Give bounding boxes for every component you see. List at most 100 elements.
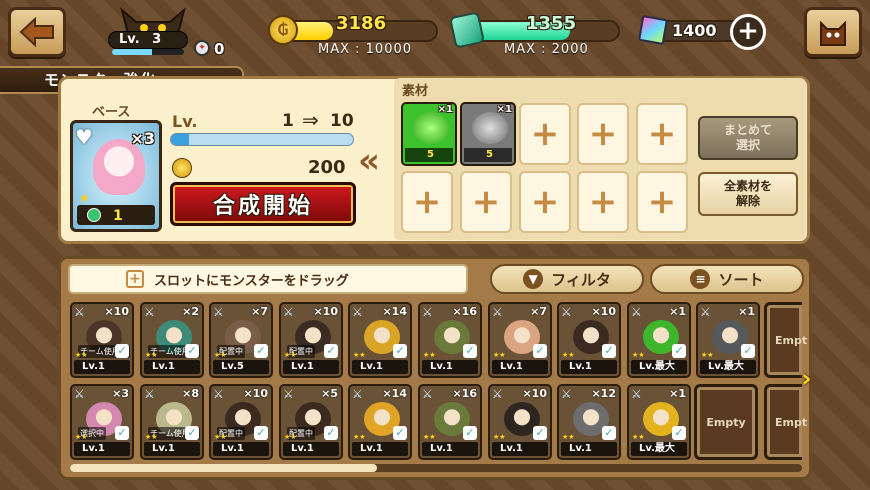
check-icon: ✓ [324, 344, 338, 358]
sword-icon: ⚔ [492, 305, 503, 319]
scroll-right-arrow-icon[interactable]: › [801, 364, 812, 394]
monster-count: ×2 [182, 305, 199, 318]
monster-card[interactable]: ⚔ ×10 チーム使用中 ★★ ✓ Lv.1 [70, 302, 134, 378]
monster-card[interactable]: ⚔ ×7 配置中 ★★ ✓ Lv.5 [209, 302, 273, 378]
plus-icon: + [588, 182, 618, 222]
filter-icon: ▼ [523, 269, 544, 289]
monster-count: ×7 [251, 305, 268, 318]
base-rank: 1 [113, 208, 123, 224]
base-monster-slot[interactable]: ♥ ×3 ★ 1 [70, 120, 162, 232]
monster-card[interactable]: ⚔ ×10 配置中 ★★ ✓ Lv.1 [279, 302, 343, 378]
monster-count: ×10 [522, 387, 547, 400]
back-arrow-icon [19, 17, 54, 47]
rarity-stars-icon: ★★ [632, 351, 645, 359]
drag-hint: + スロットにモンスターをドラッグ [68, 264, 468, 294]
monster-card[interactable]: ⚔ ×3 選択中 ★★ ✓ Lv.1 [70, 384, 134, 460]
monster-count: ×1 [738, 305, 755, 318]
stone-max: MAX : 2000 [504, 42, 589, 57]
monster-level: Lv.1 [492, 442, 548, 456]
level-label-main: Lv. [172, 112, 198, 131]
empty-material-slot[interactable]: + [519, 171, 571, 233]
empty-material-slot[interactable]: + [401, 171, 453, 233]
monster-count: ×16 [452, 305, 477, 318]
monster-count: ×8 [182, 387, 199, 400]
check-icon: ✓ [463, 344, 477, 358]
sword-icon: ⚔ [561, 305, 572, 319]
sort-icon: ≡ [690, 269, 711, 289]
empty-material-slot[interactable]: + [577, 171, 629, 233]
empty-material-slot[interactable]: + [636, 171, 688, 233]
monster-count: ×1 [669, 387, 686, 400]
rarity-stars-icon: ★★ [423, 433, 436, 441]
base-label: ベース [92, 105, 131, 120]
empty-material-slot[interactable]: + [636, 103, 688, 165]
monster-card[interactable]: ⚔ ×10 ★★ ✓ Lv.1 [488, 384, 552, 460]
monster-card[interactable]: ⚔ ×16 ★★ ✓ Lv.1 [418, 384, 482, 460]
horizontal-scrollbar[interactable] [70, 464, 802, 472]
monster-count: ×3 [112, 387, 129, 400]
bulk-select-label: まとめて 選択 [723, 123, 772, 152]
sort-button[interactable]: ≡ ソート [650, 264, 804, 294]
monster-card[interactable]: ⚔ ×2 チーム使用中 ★★ ✓ Lv.1 [140, 302, 204, 378]
menu-button[interactable] [804, 7, 862, 57]
material-slot-1[interactable]: ×1 5 [401, 102, 457, 166]
add-gems-button[interactable]: + [730, 14, 766, 50]
material-rank-bar: 5 [464, 148, 512, 162]
plus-icon: + [530, 114, 560, 154]
rarity-stars-icon: ★★ [562, 351, 575, 359]
level-from: 1 [282, 111, 294, 131]
monster-count: ×10 [591, 305, 616, 318]
sword-icon: ⚔ [74, 387, 85, 401]
material-slot-2[interactable]: ×1 5 [460, 102, 516, 166]
empty-material-slot[interactable]: + [577, 103, 629, 165]
rarity-stars-icon: ★★ [145, 351, 158, 359]
bulk-select-button[interactable]: まとめて 選択 [698, 116, 798, 160]
monster-count: ×1 [669, 305, 686, 318]
monster-level: Lv.5 [213, 360, 269, 374]
material-monster [472, 112, 508, 144]
material-count: ×1 [437, 104, 453, 115]
monster-card[interactable]: ⚔ ×8 チーム使用中 ★★ ✓ Lv.1 [140, 384, 204, 460]
monster-card[interactable]: ⚔ ×1 ★★ ✓ Lv.最大 [627, 384, 691, 460]
rarity-stars-icon: ★★ [284, 433, 297, 441]
plus-icon: + [412, 182, 442, 222]
monster-card[interactable]: ⚔ ×10 ★★ ✓ Lv.1 [557, 302, 621, 378]
empty-label: Empty [706, 415, 746, 429]
monster-level: Lv.1 [352, 442, 408, 456]
empty-slot: Empty [694, 384, 758, 460]
rarity-stars-icon: ★★ [284, 351, 297, 359]
level-value: 3 [152, 32, 162, 47]
base-count: ×3 [130, 129, 155, 148]
scrollbar-thumb[interactable] [70, 464, 378, 472]
empty-material-slot[interactable]: + [519, 103, 571, 165]
plus-icon: + [471, 182, 501, 222]
monster-card[interactable]: ⚔ ×14 ★★ ✓ Lv.1 [348, 302, 412, 378]
monster-level: Lv.1 [422, 442, 478, 456]
filter-button[interactable]: ▼ フィルタ [490, 264, 644, 294]
rarity-stars-icon: ★★ [701, 351, 714, 359]
check-icon: ✓ [393, 426, 407, 440]
rarity-stars-icon: ★★ [562, 433, 575, 441]
rarity-stars-icon: ★★ [493, 433, 506, 441]
monster-level: Lv.1 [422, 360, 478, 374]
monster-card[interactable]: ⚔ ×7 ★★ ✓ Lv.1 [488, 302, 552, 378]
sword-icon: ⚔ [631, 305, 642, 319]
sort-label: ソート [718, 270, 764, 289]
monster-card[interactable]: ⚔ ×12 ★★ ✓ Lv.1 [557, 384, 621, 460]
stone-icon [449, 11, 485, 49]
sword-icon: ⚔ [283, 387, 294, 401]
back-button[interactable] [8, 7, 66, 57]
monster-card[interactable]: ⚔ ×10 配置中 ★★ ✓ Lv.1 [209, 384, 273, 460]
monster-card[interactable]: ⚔ ×5 配置中 ★★ ✓ Lv.1 [279, 384, 343, 460]
rarity-stars-icon: ★★ [423, 351, 436, 359]
materials-label: 素材 [402, 84, 429, 99]
monster-card[interactable]: ⚔ ×1 ★★ ✓ Lv.最大 [627, 302, 691, 378]
check-icon: ✓ [533, 344, 547, 358]
monster-card[interactable]: ⚔ ×14 ★★ ✓ Lv.1 [348, 384, 412, 460]
clear-all-button[interactable]: 全素材を 解除 [698, 172, 798, 216]
sword-icon: ⚔ [352, 305, 363, 319]
monster-card[interactable]: ⚔ ×1 ★★ ✓ Lv.最大 [696, 302, 760, 378]
monster-card[interactable]: ⚔ ×16 ★★ ✓ Lv.1 [418, 302, 482, 378]
empty-material-slot[interactable]: + [460, 171, 512, 233]
start-fusion-button[interactable]: 合成開始 [170, 182, 356, 226]
